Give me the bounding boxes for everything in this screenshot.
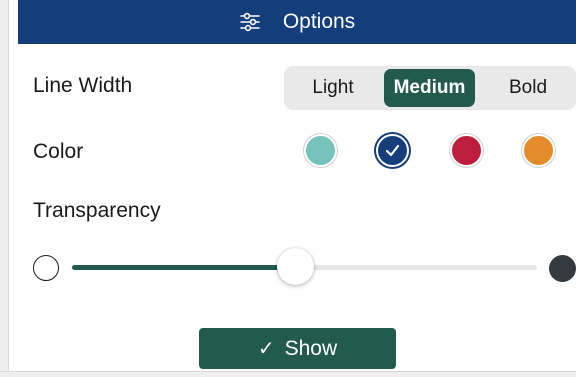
options-header: Options — [18, 0, 576, 44]
show-button-label: Show — [284, 336, 338, 360]
panel-left-edge — [0, 0, 9, 377]
transparency-max-icon — [549, 255, 576, 282]
transparency-slider-thumb[interactable] — [276, 248, 314, 285]
color-swatch-teal[interactable] — [304, 134, 337, 167]
checkmark-icon — [385, 144, 400, 157]
show-button[interactable]: ✓ Show — [199, 328, 396, 369]
line-width-option-bold[interactable]: Bold — [490, 69, 566, 107]
sliders-icon — [239, 11, 261, 33]
transparency-slider-fill — [72, 265, 296, 270]
color-label: Color — [33, 140, 84, 163]
header-title: Options — [282, 10, 356, 33]
panel-bottom-edge — [0, 371, 576, 377]
line-width-label: Line Width — [33, 74, 133, 97]
color-swatch-navy[interactable] — [376, 134, 409, 167]
checkmark-icon: ✓ — [257, 338, 275, 360]
line-width-option-light[interactable]: Light — [296, 69, 370, 107]
line-width-segmented-control: Light Medium Bold — [284, 66, 576, 110]
color-swatch-red[interactable] — [450, 134, 483, 167]
options-panel: Options Line Width Light Medium Bold Col… — [0, 0, 576, 377]
line-width-option-medium[interactable]: Medium — [384, 69, 475, 107]
transparency-label: Transparency — [33, 199, 161, 222]
color-swatch-orange[interactable] — [522, 134, 555, 167]
transparency-min-icon — [33, 255, 59, 281]
